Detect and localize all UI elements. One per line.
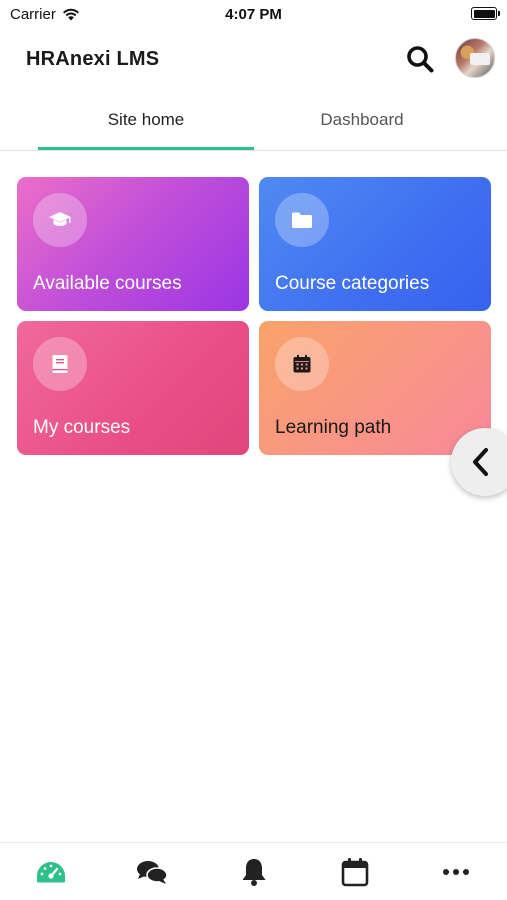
course-categories-card[interactable]: Course categories xyxy=(259,177,491,311)
card-icon-container xyxy=(33,337,87,391)
graduation-cap-icon xyxy=(49,212,71,226)
app-header: HRAnexi LMS xyxy=(0,30,507,90)
available-courses-card[interactable]: Available courses xyxy=(17,177,249,311)
card-label: Learning path xyxy=(275,417,392,438)
nav-calendar[interactable] xyxy=(338,855,372,889)
status-bar: Carrier 4:07 PM xyxy=(0,0,507,30)
tab-site-home[interactable]: Site home xyxy=(38,90,254,150)
chevron-left-icon xyxy=(473,448,488,476)
nav-more[interactable] xyxy=(439,855,473,889)
search-icon xyxy=(407,46,434,73)
nav-notifications[interactable] xyxy=(237,855,271,889)
tab-dashboard[interactable]: Dashboard xyxy=(254,90,470,150)
notifications-bell-icon xyxy=(242,859,266,886)
search-button[interactable] xyxy=(403,42,437,76)
learning-path-card[interactable]: Learning path xyxy=(259,321,491,455)
battery-icon xyxy=(471,7,500,20)
messages-icon xyxy=(137,861,168,884)
card-label: Course categories xyxy=(275,273,430,294)
side-panel-toggle[interactable] xyxy=(451,428,507,496)
clock: 4:07 PM xyxy=(225,6,282,23)
calendar-icon xyxy=(341,858,369,887)
active-tab-indicator xyxy=(38,147,254,150)
app-title: HRAnexi LMS xyxy=(26,48,160,70)
book-icon xyxy=(52,355,68,373)
card-label: Available courses xyxy=(33,273,182,294)
card-label: My courses xyxy=(33,417,131,438)
card-icon-container xyxy=(275,193,329,247)
user-avatar[interactable] xyxy=(455,38,495,78)
nav-dashboard[interactable] xyxy=(34,855,68,889)
more-icon xyxy=(443,869,469,875)
dashboard-gauge-icon xyxy=(37,862,65,883)
my-courses-card[interactable]: My courses xyxy=(17,321,249,455)
bottom-nav xyxy=(0,842,507,900)
card-icon-container xyxy=(33,193,87,247)
tab-bar: Site home Dashboard xyxy=(0,90,507,151)
folder-icon xyxy=(292,212,312,228)
calendar-icon xyxy=(293,354,311,373)
card-icon-container xyxy=(275,337,329,391)
nav-messages[interactable] xyxy=(135,855,169,889)
